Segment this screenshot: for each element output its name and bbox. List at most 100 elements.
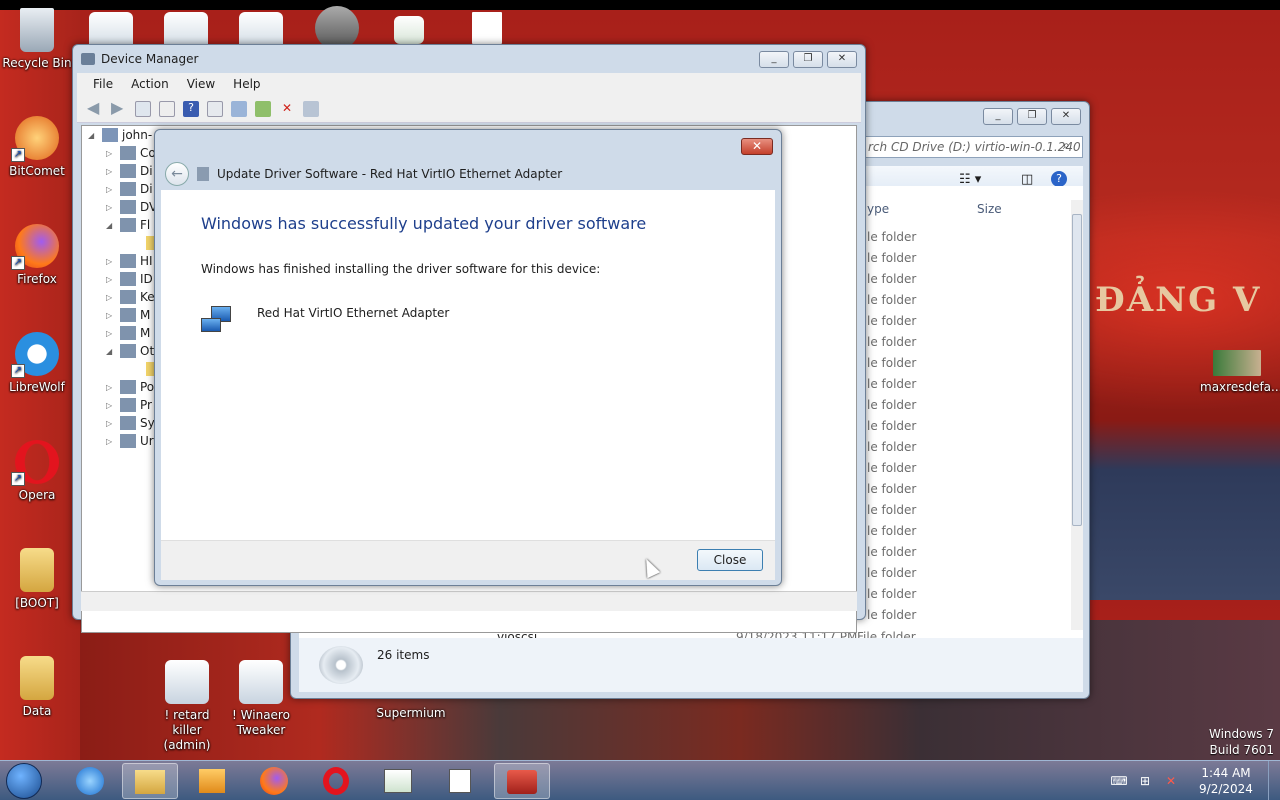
taskbar-documents[interactable] xyxy=(432,763,488,799)
watermark-line-1: Windows 7 xyxy=(1208,727,1274,741)
expand-arrow-icon[interactable]: ▷ xyxy=(106,275,116,284)
device-name: Red Hat VirtIO Ethernet Adapter xyxy=(257,306,450,320)
tree-item-label: Sy xyxy=(140,416,155,430)
wallpaper-banner-text: ĐẢNG V xyxy=(1095,280,1262,320)
desktop-icon-recycle-bin[interactable]: Recycle Bin xyxy=(0,8,74,71)
dialog-close-button[interactable]: ✕ xyxy=(741,138,773,155)
show-desktop-button[interactable] xyxy=(1268,761,1280,800)
back-arrow-icon[interactable]: ◀ xyxy=(87,99,103,117)
folder-icon xyxy=(20,548,54,592)
desktop-icon-librewolf[interactable]: ↗ LibreWolf xyxy=(0,332,74,395)
keyboard-icon[interactable]: ⌨ xyxy=(1106,774,1132,788)
expand-arrow-icon[interactable]: ▷ xyxy=(106,293,116,302)
expand-arrow-icon[interactable]: ▷ xyxy=(106,401,116,410)
expand-arrow-icon[interactable]: ▷ xyxy=(106,167,116,176)
expand-arrow-icon[interactable]: ▷ xyxy=(106,437,116,446)
menu-view[interactable]: View xyxy=(187,77,215,91)
expand-arrow-icon[interactable]: ▷ xyxy=(106,257,116,266)
disable-icon[interactable] xyxy=(303,100,319,117)
network-icon[interactable]: ⊞ xyxy=(1132,774,1158,788)
expand-arrow-icon[interactable]: ▷ xyxy=(106,203,116,212)
expand-arrow-icon[interactable]: ▷ xyxy=(106,329,116,338)
expand-arrow-icon[interactable]: ▷ xyxy=(106,383,116,392)
clock[interactable]: 1:44 AM 9/2/2024 xyxy=(1184,765,1268,797)
view-options-icon[interactable]: ☷ ▾ xyxy=(959,172,981,187)
search-input[interactable]: rch CD Drive (D:) virtio-win-0.1.240 xyxy=(861,136,1083,158)
start-button[interactable] xyxy=(6,763,42,799)
menu-help[interactable]: Help xyxy=(233,77,260,91)
computer-icon xyxy=(102,128,118,142)
desktop-icon-top-6[interactable] xyxy=(450,12,524,48)
document-icon xyxy=(449,769,471,793)
minimize-button[interactable]: _ xyxy=(759,51,789,68)
menu-bar: File Action View Help xyxy=(77,73,861,95)
view-icon[interactable] xyxy=(207,100,223,117)
desktop-icon-winaero-tweaker[interactable]: ! Winaero Tweaker xyxy=(224,660,298,738)
preview-pane-icon[interactable]: ◫ xyxy=(1021,172,1033,187)
desktop-icon-retard-killer[interactable]: ! retard killer (admin) xyxy=(150,660,224,753)
file-type: le folder xyxy=(867,398,917,412)
device-manager-titlebar[interactable]: Device Manager xyxy=(73,45,865,73)
taskbar-explorer[interactable] xyxy=(122,763,178,799)
taskbar-app[interactable] xyxy=(370,763,426,799)
tree-item-label: M xyxy=(140,326,151,340)
forward-arrow-icon[interactable]: ▶ xyxy=(111,99,127,117)
maximize-button[interactable]: ❐ xyxy=(1017,108,1047,125)
column-header-size[interactable]: Size xyxy=(977,202,1002,216)
properties-icon[interactable] xyxy=(159,100,175,117)
maximize-button[interactable]: ❐ xyxy=(793,51,823,68)
help-icon[interactable]: ? xyxy=(183,100,199,117)
clock-time: 1:44 AM xyxy=(1201,766,1251,780)
uninstall-icon[interactable]: ✕ xyxy=(279,101,295,117)
collapse-arrow-icon[interactable]: ◢ xyxy=(88,131,98,140)
volume-muted-icon[interactable]: ✕ xyxy=(1158,774,1184,788)
close-button[interactable]: ✕ xyxy=(1051,108,1081,125)
desktop-icon-opera[interactable]: ↗ Opera xyxy=(0,440,74,503)
opera-icon xyxy=(323,767,349,795)
menu-action[interactable]: Action xyxy=(131,77,169,91)
device-category-icon xyxy=(120,308,136,322)
file-type: le folder xyxy=(867,587,917,601)
desktop-icon-data[interactable]: Data xyxy=(0,656,74,719)
clock-date: 9/2/2024 xyxy=(1199,782,1253,796)
desktop-icon-maxresdefault[interactable]: maxresdefa... xyxy=(1200,350,1280,395)
expand-arrow-icon[interactable]: ▷ xyxy=(106,311,116,320)
minimize-button[interactable]: _ xyxy=(983,108,1013,125)
close-button[interactable]: ✕ xyxy=(827,51,857,68)
expand-arrow-icon[interactable]: ◢ xyxy=(106,221,116,230)
tree-item-label: Pr xyxy=(140,398,152,412)
taskbar-media-player[interactable] xyxy=(184,763,240,799)
taskbar-firefox[interactable] xyxy=(246,763,302,799)
desktop-icon-bitcomet[interactable]: ↗ BitComet xyxy=(0,116,74,179)
expand-arrow-icon[interactable]: ▷ xyxy=(106,419,116,428)
device-category-icon xyxy=(120,416,136,430)
taskbar-internet-explorer[interactable] xyxy=(62,763,118,799)
scan-hardware-icon[interactable] xyxy=(231,100,247,117)
update-driver-dialog[interactable]: ✕ ← Update Driver Software - Red Hat Vir… xyxy=(154,129,782,586)
desktop-icon-boot[interactable]: [BOOT] xyxy=(0,548,74,611)
back-button[interactable]: ← xyxy=(165,162,189,186)
expand-arrow-icon[interactable]: ▷ xyxy=(106,149,116,158)
show-hide-tree-icon[interactable] xyxy=(135,100,151,117)
close-button[interactable]: Close xyxy=(697,549,763,571)
desktop-icon-label: BitComet xyxy=(9,164,65,178)
expand-arrow-icon[interactable]: ▷ xyxy=(106,185,116,194)
scrollbar-thumb[interactable] xyxy=(1072,214,1082,526)
vertical-scrollbar[interactable] xyxy=(1071,200,1083,630)
taskbar-opera[interactable] xyxy=(308,763,364,799)
desktop-icon-label: [BOOT] xyxy=(15,596,59,610)
image-thumbnail-icon xyxy=(1213,350,1261,376)
column-header-type[interactable]: ype xyxy=(867,202,889,216)
folder-icon xyxy=(20,656,54,700)
help-icon[interactable]: ? xyxy=(1051,171,1067,187)
menu-file[interactable]: File xyxy=(93,77,113,91)
taskbar-device-manager[interactable] xyxy=(494,763,550,799)
device-manager-icon xyxy=(81,53,95,65)
desktop-icon-firefox[interactable]: ↗ Firefox xyxy=(0,224,74,287)
desktop-icon-supermium[interactable]: Supermium xyxy=(374,706,448,721)
status-bar xyxy=(81,591,857,611)
update-driver-icon[interactable] xyxy=(255,100,271,117)
shortcut-arrow-icon: ↗ xyxy=(11,148,25,162)
shortcut-arrow-icon: ↗ xyxy=(11,472,25,486)
expand-arrow-icon[interactable]: ◢ xyxy=(106,347,116,356)
